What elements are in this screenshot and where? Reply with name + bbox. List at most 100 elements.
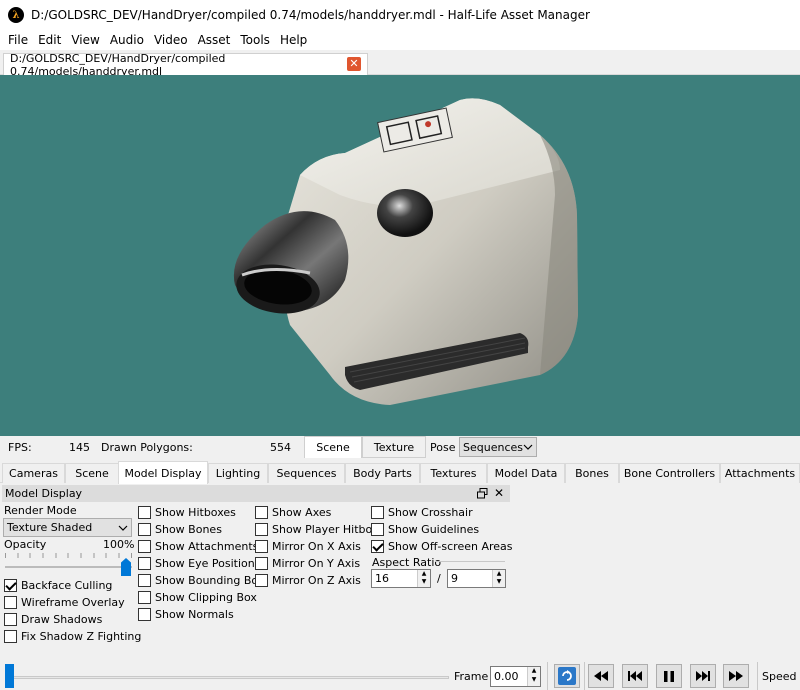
fast-forward-button[interactable] bbox=[723, 664, 749, 688]
menu-tools[interactable]: Tools bbox=[235, 30, 275, 50]
drawn-polygons-value: 554 bbox=[270, 441, 291, 454]
opacity-slider-handle[interactable] bbox=[121, 558, 131, 576]
menu-help[interactable]: Help bbox=[275, 30, 312, 50]
show-hitboxes-checkbox[interactable]: Show Hitboxes bbox=[138, 506, 236, 519]
restart-icon bbox=[558, 667, 576, 685]
fps-label: FPS: bbox=[8, 441, 32, 454]
tab-cameras[interactable]: Cameras bbox=[2, 463, 65, 483]
checkbox-box[interactable] bbox=[255, 523, 268, 536]
aspect-width-spinbox[interactable]: 16 ▲ ▼ bbox=[371, 569, 431, 588]
fast-forward-icon bbox=[729, 671, 743, 681]
fix-shadow-z-fighting-checkbox[interactable]: Fix Shadow Z Fighting bbox=[4, 630, 141, 643]
tab-lighting[interactable]: Lighting bbox=[208, 463, 268, 483]
show-off-screen-areas-checkbox[interactable]: Show Off-screen Areas bbox=[371, 540, 513, 553]
opacity-slider[interactable] bbox=[5, 566, 132, 568]
pose-select[interactable]: Sequences bbox=[459, 437, 537, 457]
checkbox-box[interactable] bbox=[371, 523, 384, 536]
close-icon[interactable]: ✕ bbox=[494, 486, 504, 500]
checkbox-label: Show Axes bbox=[272, 506, 332, 519]
show-crosshair-checkbox[interactable]: Show Crosshair bbox=[371, 506, 473, 519]
aspect-width-value: 16 bbox=[375, 572, 389, 585]
menu-asset[interactable]: Asset bbox=[193, 30, 236, 50]
tab-model-data[interactable]: Model Data bbox=[487, 463, 565, 483]
rewind-button[interactable] bbox=[588, 664, 614, 688]
show-normals-checkbox[interactable]: Show Normals bbox=[138, 608, 234, 621]
menu-file[interactable]: File bbox=[3, 30, 33, 50]
opacity-label: Opacity bbox=[4, 538, 47, 551]
checkbox-box[interactable] bbox=[255, 574, 268, 587]
frame-spinbox[interactable]: 0.00 ▲ ▼ bbox=[490, 666, 541, 687]
tab-bones[interactable]: Bones bbox=[565, 463, 619, 483]
menu-edit[interactable]: Edit bbox=[33, 30, 66, 50]
checkbox-box[interactable] bbox=[255, 506, 268, 519]
draw-shadows-checkbox[interactable]: Draw Shadows bbox=[4, 613, 102, 626]
menu-video[interactable]: Video bbox=[149, 30, 193, 50]
tab-sequences[interactable]: Sequences bbox=[268, 463, 345, 483]
frame-slider-handle[interactable] bbox=[5, 664, 14, 688]
checkbox-box[interactable] bbox=[255, 540, 268, 553]
frame-slider[interactable] bbox=[5, 676, 449, 679]
spin-buttons[interactable]: ▲ ▼ bbox=[527, 667, 540, 686]
dock-title-bar[interactable]: Model Display ✕ bbox=[2, 485, 510, 502]
show-bounding-box-checkbox[interactable]: Show Bounding Box bbox=[138, 574, 264, 587]
previous-frame-button[interactable] bbox=[622, 664, 648, 688]
checkbox-box[interactable] bbox=[4, 613, 17, 626]
show-guidelines-checkbox[interactable]: Show Guidelines bbox=[371, 523, 479, 536]
tab-attachments[interactable]: Attachments bbox=[720, 463, 800, 483]
show-eye-position-checkbox[interactable]: Show Eye Position bbox=[138, 557, 255, 570]
checkbox-label: Show Clipping Box bbox=[155, 591, 257, 604]
mirror-z-axis-checkbox[interactable]: Mirror On Z Axis bbox=[255, 574, 361, 587]
wireframe-overlay-checkbox[interactable]: Wireframe Overlay bbox=[4, 596, 125, 609]
checkbox-box[interactable] bbox=[138, 523, 151, 536]
checkbox-box[interactable] bbox=[4, 596, 17, 609]
checkbox-label: Backface Culling bbox=[21, 579, 113, 592]
checkbox-label: Show Eye Position bbox=[155, 557, 255, 570]
3d-viewport[interactable] bbox=[0, 75, 800, 436]
show-clipping-box-checkbox[interactable]: Show Clipping Box bbox=[138, 591, 257, 604]
checkbox-box[interactable] bbox=[138, 557, 151, 570]
checkbox-box[interactable] bbox=[138, 574, 151, 587]
checkbox-box[interactable] bbox=[138, 506, 151, 519]
restart-button[interactable] bbox=[554, 664, 580, 688]
show-player-hitbox-checkbox[interactable]: Show Player Hitbox bbox=[255, 523, 378, 536]
tab-scene[interactable]: Scene bbox=[65, 463, 119, 483]
spin-buttons[interactable]: ▲ ▼ bbox=[492, 570, 505, 587]
checkbox-label: Show Attachments bbox=[155, 540, 259, 553]
tab-body-parts[interactable]: Body Parts bbox=[345, 463, 420, 483]
chevron-down-icon bbox=[523, 444, 533, 450]
render-mode-select[interactable]: Texture Shaded bbox=[3, 518, 132, 537]
next-frame-button[interactable] bbox=[690, 664, 716, 688]
tab-texture-mode[interactable]: Texture bbox=[362, 436, 426, 458]
spin-buttons[interactable]: ▲ ▼ bbox=[417, 570, 430, 587]
close-icon[interactable]: ✕ bbox=[347, 57, 361, 71]
checkbox-label: Mirror On Y Axis bbox=[272, 557, 361, 570]
menu-view[interactable]: View bbox=[66, 30, 104, 50]
show-bones-checkbox[interactable]: Show Bones bbox=[138, 523, 222, 536]
checkbox-box[interactable] bbox=[371, 540, 384, 553]
float-window-icon[interactable] bbox=[477, 488, 488, 499]
pose-select-value: Sequences bbox=[463, 440, 523, 454]
menu-audio[interactable]: Audio bbox=[105, 30, 149, 50]
mirror-y-axis-checkbox[interactable]: Mirror On Y Axis bbox=[255, 557, 360, 570]
checkbox-box[interactable] bbox=[4, 630, 17, 643]
checkbox-label: Fix Shadow Z Fighting bbox=[21, 630, 142, 643]
checkbox-box[interactable] bbox=[138, 540, 151, 553]
tab-textures[interactable]: Textures bbox=[420, 463, 487, 483]
checkbox-box[interactable] bbox=[138, 591, 151, 604]
pause-button[interactable] bbox=[656, 664, 682, 688]
checkbox-box[interactable] bbox=[255, 557, 268, 570]
tab-scene-mode[interactable]: Scene bbox=[304, 436, 362, 458]
dock-title: Model Display bbox=[5, 487, 83, 500]
show-attachments-checkbox[interactable]: Show Attachments bbox=[138, 540, 258, 553]
show-axes-checkbox[interactable]: Show Axes bbox=[255, 506, 331, 519]
document-tab[interactable]: D:/GOLDSRC_DEV/HandDryer/compiled 0.74/m… bbox=[3, 52, 368, 78]
aspect-ratio-divider bbox=[435, 561, 505, 562]
mirror-x-axis-checkbox[interactable]: Mirror On X Axis bbox=[255, 540, 361, 553]
tab-bone-controllers[interactable]: Bone Controllers bbox=[619, 463, 720, 483]
checkbox-box[interactable] bbox=[4, 579, 17, 592]
aspect-height-spinbox[interactable]: 9 ▲ ▼ bbox=[447, 569, 506, 588]
checkbox-box[interactable] bbox=[371, 506, 384, 519]
checkbox-box[interactable] bbox=[138, 608, 151, 621]
tab-model-display[interactable]: Model Display bbox=[118, 461, 208, 484]
backface-culling-checkbox[interactable]: Backface Culling bbox=[4, 579, 112, 592]
